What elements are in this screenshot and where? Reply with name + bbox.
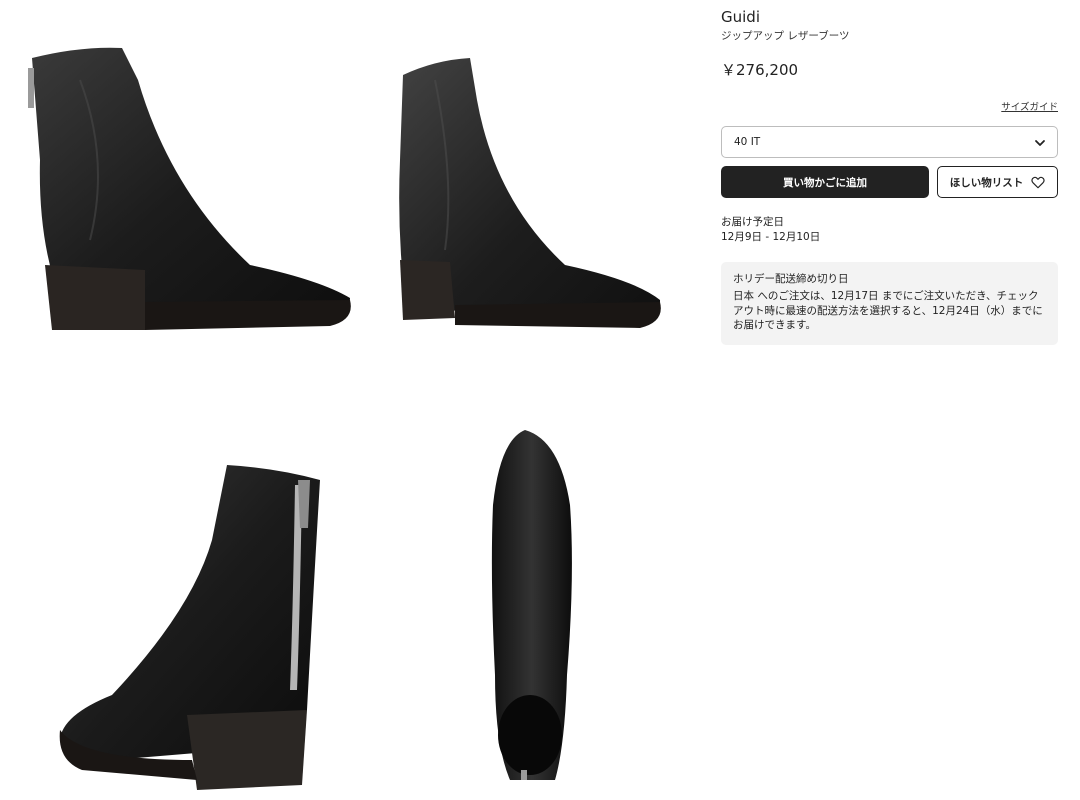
holiday-notice-body: 日本 へのご注文は、12月17日 までにご注文いただき、チェックアウト時に最速の… (733, 290, 1043, 331)
boot-top-view-illustration (491, 430, 572, 780)
product-title: ジップアップ レザーブーツ (721, 30, 850, 42)
chevron-down-icon (1035, 140, 1045, 146)
size-guide-link[interactable]: サイズガイド (1001, 99, 1058, 113)
heart-icon (1031, 176, 1045, 188)
selected-size: 40 IT (734, 136, 761, 148)
delivery-estimate-dates: 12月9日 - 12月10日 (721, 231, 821, 243)
add-to-cart-button[interactable]: 買い物かごに追加 (721, 166, 929, 198)
boot-inner-side-illustration (399, 58, 661, 328)
wishlist-button[interactable]: ほしい物リスト (937, 166, 1058, 198)
product-image-side-left[interactable] (20, 40, 360, 340)
add-to-cart-label: 買い物かごに追加 (783, 176, 867, 189)
product-image-top[interactable] (475, 425, 585, 790)
product-image-rear[interactable] (52, 460, 342, 790)
product-image-side-right[interactable] (395, 50, 670, 340)
product-price: ￥276,200 (721, 61, 799, 79)
holiday-notice-title: ホリデー配送締め切り日 (733, 273, 849, 285)
boot-side-view-illustration (28, 47, 351, 330)
size-select-dropdown[interactable]: 40 IT (721, 126, 1058, 158)
delivery-estimate-label: お届け予定日 (721, 216, 784, 228)
product-image-gallery (0, 0, 700, 800)
brand-name[interactable]: Guidi (721, 8, 760, 26)
wishlist-label: ほしい物リスト (949, 176, 1024, 189)
boot-rear-view-illustration (59, 465, 320, 790)
holiday-shipping-notice: ホリデー配送締め切り日 日本 へのご注文は、12月17日 までにご注文いただき、… (721, 262, 1058, 345)
